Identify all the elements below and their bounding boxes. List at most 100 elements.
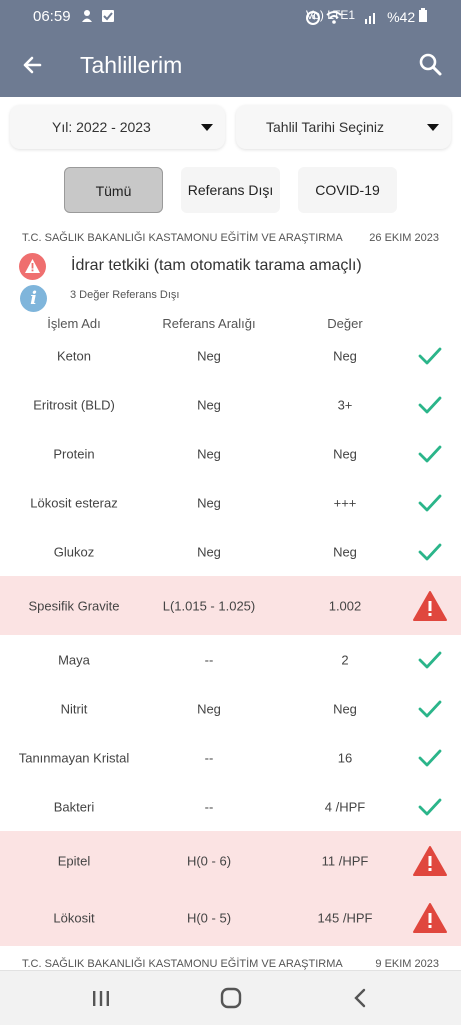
test-item-value: +++: [333, 495, 357, 510]
table-row: Glukoz Neg Neg: [0, 527, 461, 576]
test-item-value: 16: [337, 750, 353, 765]
table-row: Keton Neg Neg: [0, 331, 461, 380]
table-row: Tanınmayan Kristal -- 16: [0, 733, 461, 782]
table-row: Eritrosit (BLD) Neg 3+: [0, 380, 461, 429]
test-item-name: Bakteri: [53, 799, 95, 814]
test-item-reference: Neg: [197, 348, 221, 363]
test-item-value: Neg: [333, 701, 357, 716]
table-row: Maya -- 2: [0, 635, 461, 684]
test-item-name: Tanınmayan Kristal: [18, 750, 130, 765]
test-item-reference: Neg: [197, 397, 221, 412]
test-item-name: Lökosit esteraz: [30, 495, 118, 510]
battery-text: %42: [387, 9, 416, 25]
test-item-name: Eritrosit (BLD): [33, 397, 115, 412]
record-date: 9 EKIM 2023: [375, 958, 439, 970]
table-row: Epitel H(0 - 6) 11 /HPF: [0, 831, 461, 890]
test-item-value: 1.002: [328, 598, 362, 613]
table-row: Spesifik Gravite L(1.015 - 1.025) 1.002: [0, 576, 461, 635]
test-item-reference: --: [204, 750, 214, 765]
caret-down-icon: [201, 124, 213, 131]
signal-icon: [365, 13, 375, 24]
status-time: 06:59: [33, 8, 71, 25]
record-date: 26 EKIM 2023: [369, 232, 439, 244]
home-icon[interactable]: [216, 984, 246, 1012]
test-item-reference: H(0 - 6): [186, 853, 232, 868]
tab-covid[interactable]: COVID-19: [298, 167, 397, 213]
search-icon[interactable]: [415, 50, 445, 80]
test-item-name: Lökosit: [53, 910, 95, 926]
check-icon: [418, 651, 442, 668]
info-icon: i: [20, 285, 47, 312]
tab-out-of-range[interactable]: Referans Dışı: [181, 167, 280, 213]
test-name[interactable]: İdrar tetkiki (tam otomatik tarama amaçl…: [71, 257, 362, 275]
check-icon: [418, 700, 442, 717]
table-row: Bakteri -- 4 /HPF: [0, 782, 461, 831]
check-icon: [418, 396, 442, 413]
test-item-value: 2: [341, 652, 349, 667]
notification-icon: [82, 10, 114, 22]
date-select-label: Tahlil Tarihi Seçiniz: [266, 119, 385, 135]
test-item-value: 4 /HPF: [324, 799, 366, 814]
test-item-name: Glukoz: [53, 544, 95, 559]
status-bar: 06:59 Vo) LTE1 %42: [0, 0, 461, 34]
warning-icon: [19, 253, 46, 280]
test-item-value: 145 /HPF: [317, 910, 373, 926]
table-row: Protein Neg Neg: [0, 429, 461, 478]
check-icon: [418, 798, 442, 815]
back-nav-icon[interactable]: [346, 984, 376, 1012]
test-item-value: Neg: [333, 544, 357, 559]
filter-bar: Yıl: 2022 - 2023 Tahlil Tarihi Seçiniz: [0, 105, 461, 149]
out-of-range-count: 3 Değer Referans Dışı: [70, 289, 180, 301]
table-row: Lökosit esteraz Neg +++: [0, 478, 461, 527]
test-item-value: 11 /HPF: [321, 853, 369, 868]
test-item-reference: Neg: [197, 544, 221, 559]
test-item-value: Neg: [333, 446, 357, 461]
institution-name: T.C. SAĞLIK BAKANLIĞI KASTAMONU EĞİTİM V…: [22, 958, 343, 970]
system-nav-bar: [0, 970, 461, 1025]
test-item-name: Spesifik Gravite: [28, 598, 120, 613]
alert-triangle-icon: [413, 845, 447, 876]
check-icon: [418, 543, 442, 560]
test-item-reference: Neg: [197, 446, 221, 461]
date-select[interactable]: Tahlil Tarihi Seçiniz: [236, 105, 451, 149]
institution-name: T.C. SAĞLIK BAKANLIĞI KASTAMONU EĞİTİM V…: [22, 232, 343, 244]
check-icon: [418, 347, 442, 364]
test-item-name: Nitrit: [60, 701, 88, 716]
app-bar: Tahlillerim: [0, 34, 461, 97]
year-select-label: Yıl: 2022 - 2023: [52, 119, 151, 135]
col-header-value: Değer: [327, 316, 363, 331]
test-item-reference: --: [204, 652, 214, 667]
alert-triangle-icon: [413, 590, 447, 621]
table-row: Nitrit Neg Neg: [0, 684, 461, 733]
notification-icons: [80, 8, 124, 27]
test-item-value: Neg: [333, 348, 357, 363]
table-row: Lökosit H(0 - 5) 145 /HPF: [0, 890, 461, 946]
arrow-left-icon[interactable]: [18, 50, 48, 80]
page-title: Tahlillerim: [80, 52, 183, 78]
year-select[interactable]: Yıl: 2022 - 2023: [10, 105, 225, 149]
test-item-reference: Neg: [197, 701, 221, 716]
battery-icon: [419, 8, 427, 22]
test-item-name: Protein: [53, 446, 95, 461]
battery-level: %42: [387, 8, 427, 25]
test-item-name: Epitel: [57, 853, 91, 868]
test-item-name: Maya: [58, 652, 90, 667]
test-item-reference: H(0 - 5): [186, 910, 232, 926]
test-item-name: Keton: [57, 348, 91, 363]
test-item-value: 3+: [337, 397, 353, 412]
test-item-reference: L(1.015 - 1.025): [162, 598, 256, 613]
alert-triangle-icon: [413, 903, 447, 933]
check-icon: [418, 445, 442, 462]
col-header-reference: Referans Aralığı: [162, 316, 256, 331]
check-icon: [418, 749, 442, 766]
tab-all[interactable]: Tümü: [64, 167, 163, 213]
alarm-icon: [306, 11, 320, 25]
filter-tabs: Tümü Referans Dışı COVID-19: [0, 167, 461, 213]
recent-apps-icon[interactable]: [86, 984, 116, 1012]
check-icon: [418, 494, 442, 511]
test-item-reference: Neg: [197, 495, 221, 510]
col-header-name: İşlem Adı: [47, 316, 101, 331]
wifi-icon: [326, 11, 342, 24]
test-item-reference: --: [204, 799, 214, 814]
caret-down-icon: [427, 124, 439, 131]
